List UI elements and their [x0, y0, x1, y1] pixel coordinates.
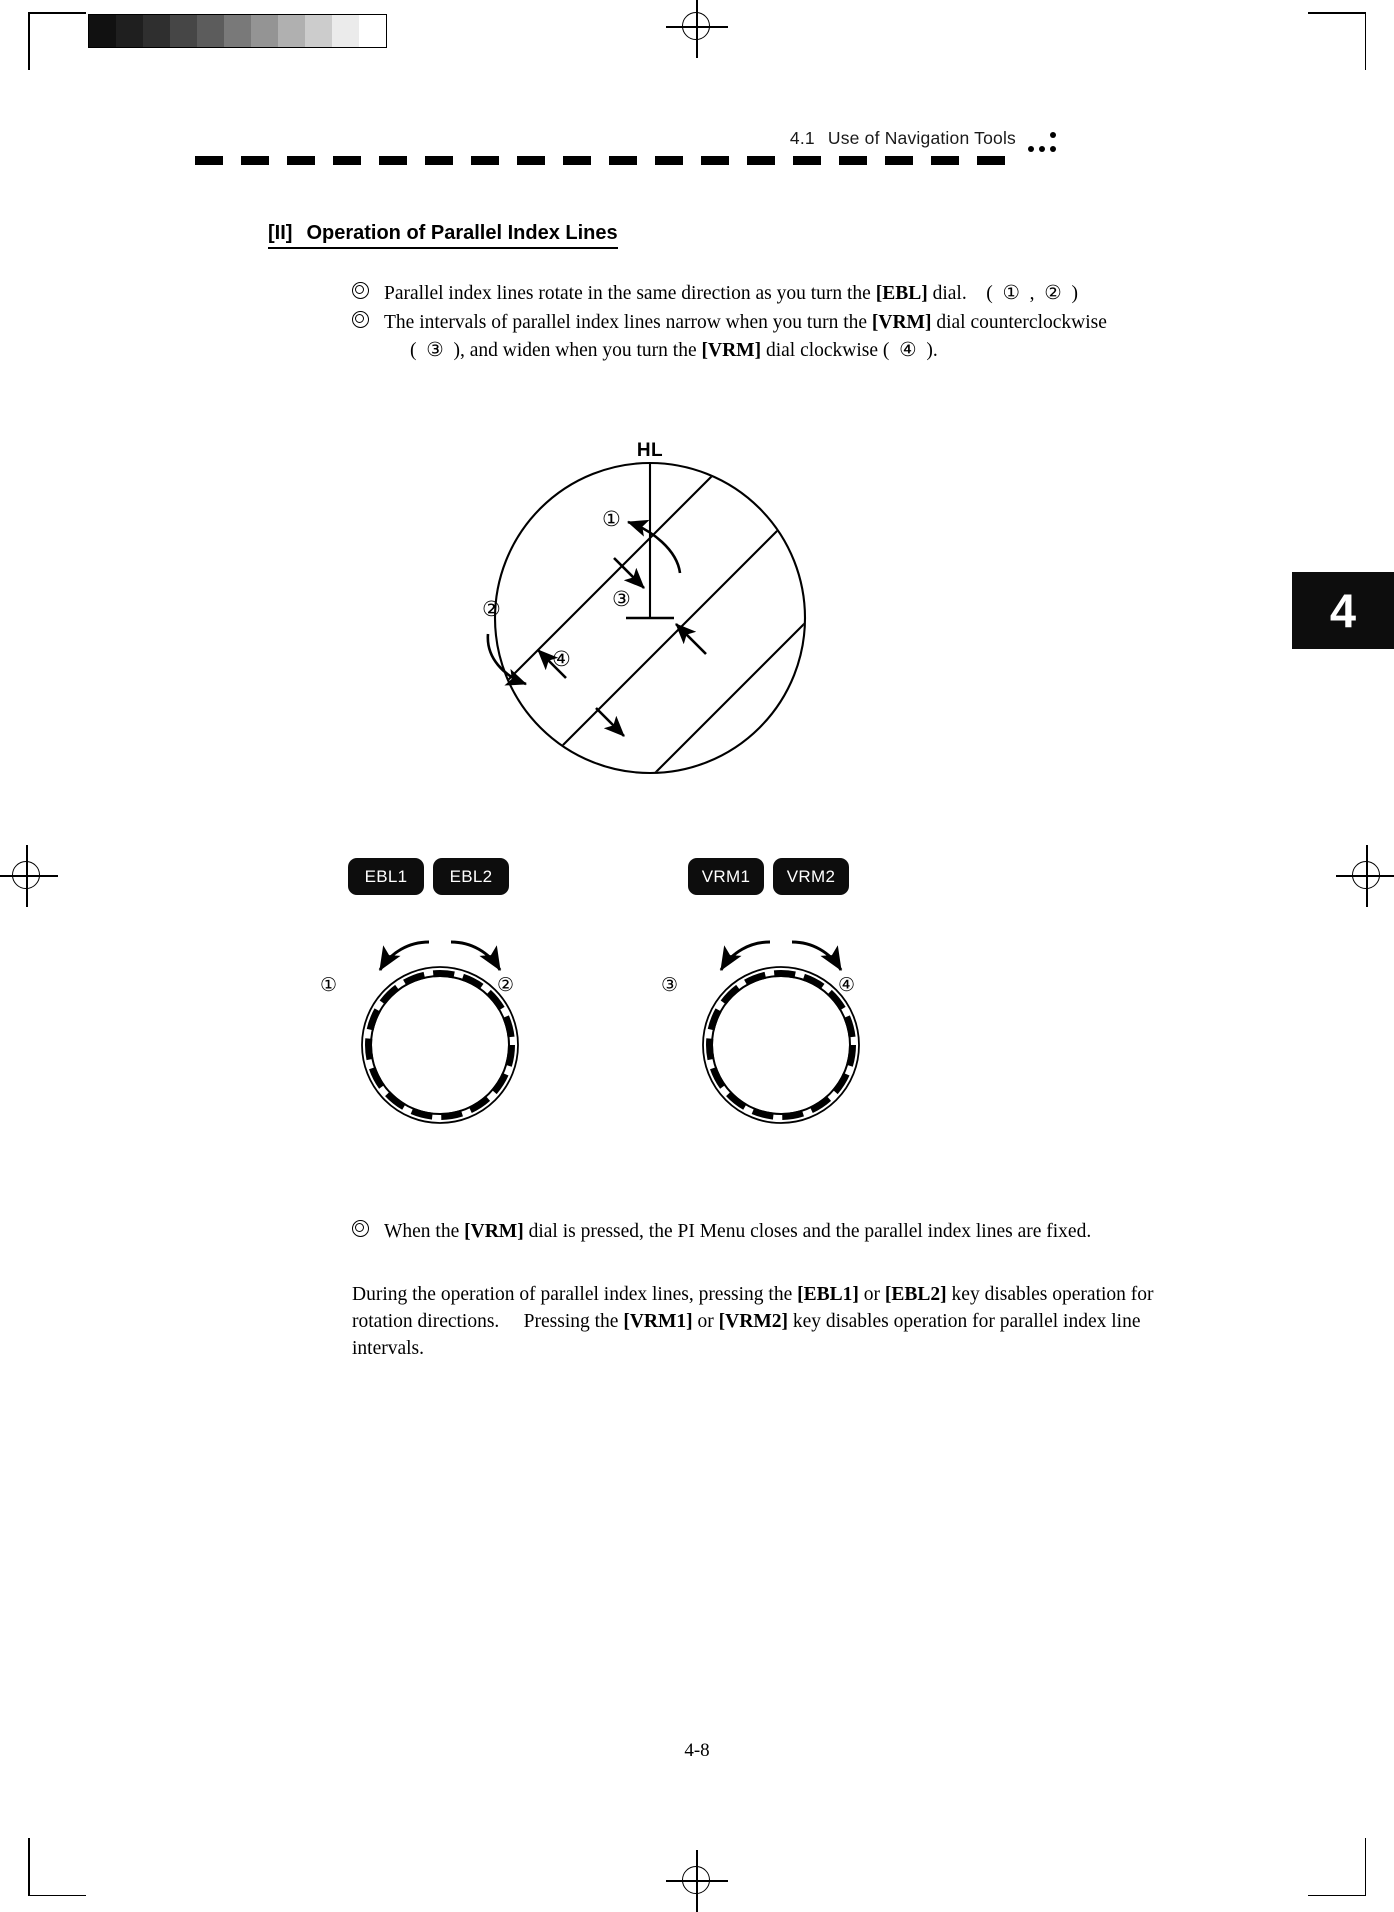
crop-mark-bottom-right: [1308, 1838, 1366, 1896]
emphasised-key-name: [EBL2]: [884, 1284, 947, 1305]
registration-mark-left: [0, 845, 58, 907]
double-circle-bullet-icon: [352, 310, 369, 328]
callout-1-label: ①: [602, 507, 621, 531]
ebl-dial-cw-arrow: [450, 940, 502, 972]
closing-paragraph-text: During the operation of parallel index l…: [352, 1284, 1154, 1359]
emphasised-key-name: [EBL1]: [797, 1284, 859, 1305]
four-dot-marker-icon: [1028, 130, 1064, 156]
text-run: Parallel index lines rotate in the same …: [384, 283, 876, 304]
callout-4-arrow-b: [595, 707, 625, 737]
text-run: During the operation of parallel index l…: [352, 1284, 798, 1305]
ebl1-key[interactable]: EBL1: [348, 858, 424, 895]
ebl2-key[interactable]: EBL2: [433, 858, 509, 895]
text-run: When the: [384, 1221, 465, 1242]
registration-mark-right: [1336, 845, 1394, 907]
ebl-dial-marker-1: ①: [320, 974, 338, 996]
grayscale-step-wedge: [88, 14, 387, 48]
grayscale-step-9: [305, 15, 332, 47]
ebl-dial-marker-2: ②: [497, 974, 515, 996]
page-header: 4.1 Use of Navigation Tools: [790, 128, 1016, 149]
crop-mark-top-right: [1308, 12, 1366, 70]
callout-3-label: ③: [612, 587, 631, 611]
ebl2-key-label: EBL2: [449, 866, 493, 886]
text-run: or: [858, 1284, 885, 1305]
vrm2-key-label: VRM2: [786, 866, 836, 886]
chapter-thumb-tab: 4: [1292, 572, 1394, 649]
control-panel-diagram: EBL1 EBL2 VRM1 VRM2 ① ② ③ ④: [320, 858, 960, 1168]
grayscale-step-1: [89, 15, 116, 47]
ebl-dial[interactable]: [325, 920, 555, 1140]
vrm-dial-outer-ring: [702, 966, 860, 1124]
callout-2-label: ②: [482, 597, 501, 621]
grayscale-step-8: [278, 15, 305, 47]
ebl-dial-outer-ring: [361, 966, 519, 1124]
section-tag: [II]: [268, 222, 293, 244]
page-title: [II] Operation of Parallel Index Lines: [268, 222, 618, 249]
emphasised-key-name: [EBL]: [875, 283, 928, 304]
crop-mark-bottom-left: [28, 1838, 86, 1896]
text-run: The intervals of parallel index lines na…: [384, 311, 872, 333]
vrm-dial-grip-ridges: [706, 970, 856, 1120]
header-section-number: 4.1: [789, 128, 815, 148]
closing-paragraph: During the operation of parallel index l…: [352, 1282, 1200, 1363]
registration-mark-top: [666, 0, 728, 58]
ebl-dial-ccw-arrow: [378, 940, 430, 972]
callout-3-arrow-b: [675, 623, 707, 655]
vrm1-key[interactable]: VRM1: [688, 858, 764, 895]
parallel-index-line-diagram: HL ① ③ ② ④: [430, 440, 870, 860]
grayscale-step-11: [359, 15, 386, 47]
vrm-dial-marker-4: ④: [838, 974, 856, 996]
double-circle-bullet-icon: [352, 282, 369, 299]
registration-mark-bottom: [666, 1850, 728, 1912]
chapter-tab-number: 4: [1329, 584, 1357, 637]
vrm-dial-cw-arrow: [791, 940, 843, 972]
bullet-text: The intervals of parallel index lines na…: [384, 312, 1107, 333]
header-section-title: Use of Navigation Tools: [827, 128, 1016, 148]
radar-diagram-svg: ① ③ ② ④: [482, 461, 807, 775]
callout-1-arc: [627, 519, 682, 574]
bullet-continuation-2: ( ③ ), and widen when you turn the [VRM]…: [352, 337, 1182, 365]
bullet-item-2: The intervals of parallel index lines na…: [352, 309, 1182, 337]
text-run: ( ③ ), and widen when you turn the: [410, 340, 702, 362]
vrm-press-note: When the [VRM] dial is pressed, the PI M…: [352, 1218, 1192, 1247]
emphasised-key-name: [VRM]: [871, 311, 932, 333]
vrm-dial[interactable]: [666, 920, 896, 1140]
note-bullet-row: When the [VRM] dial is pressed, the PI M…: [352, 1218, 1192, 1246]
callout-3-arrow-a: [613, 557, 645, 589]
bullet-text: Parallel index lines rotate in the same …: [384, 283, 1078, 304]
text-run: dial is pressed, the PI Menu closes and …: [523, 1221, 1092, 1242]
section-heading-text: Operation of Parallel Index Lines: [306, 222, 618, 244]
emphasised-key-name: [VRM]: [464, 1221, 524, 1242]
text-run: dial counterclockwise: [931, 311, 1107, 333]
emphasised-key-name: [VRM2]: [718, 1310, 788, 1332]
vrm-dial-ccw-arrow: [719, 940, 771, 972]
grayscale-step-6: [224, 15, 251, 47]
ebl1-key-label: EBL1: [364, 866, 408, 886]
grayscale-step-7: [251, 15, 278, 47]
emphasised-key-name: [VRM1]: [623, 1310, 693, 1332]
bullet-item-1: Parallel index lines rotate in the same …: [352, 280, 1182, 308]
grayscale-step-3: [143, 15, 170, 47]
text-run: or: [692, 1310, 719, 1332]
grayscale-step-10: [332, 15, 359, 47]
double-circle-bullet-icon: [352, 1220, 369, 1237]
crop-mark-top-left: [28, 12, 86, 70]
ebl-dial-grip-ridges: [365, 970, 515, 1120]
grayscale-step-4: [170, 15, 197, 47]
intro-bullet-list: Parallel index lines rotate in the same …: [352, 280, 1182, 365]
grayscale-step-2: [116, 15, 143, 47]
vrm1-key-label: VRM1: [701, 866, 751, 886]
grayscale-step-5: [197, 15, 224, 47]
note-text: When the [VRM] dial is pressed, the PI M…: [384, 1221, 1091, 1242]
text-run: dial clockwise ( ④ ).: [761, 340, 938, 362]
emphasised-key-name: [VRM]: [701, 340, 762, 362]
header-dashed-rule: [195, 156, 1023, 165]
vrm-dial-marker-3: ③: [661, 974, 679, 996]
vrm2-key[interactable]: VRM2: [773, 858, 849, 895]
page-number: 4-8: [684, 1740, 710, 1761]
text-run: dial. ( ① , ② ): [927, 283, 1079, 304]
